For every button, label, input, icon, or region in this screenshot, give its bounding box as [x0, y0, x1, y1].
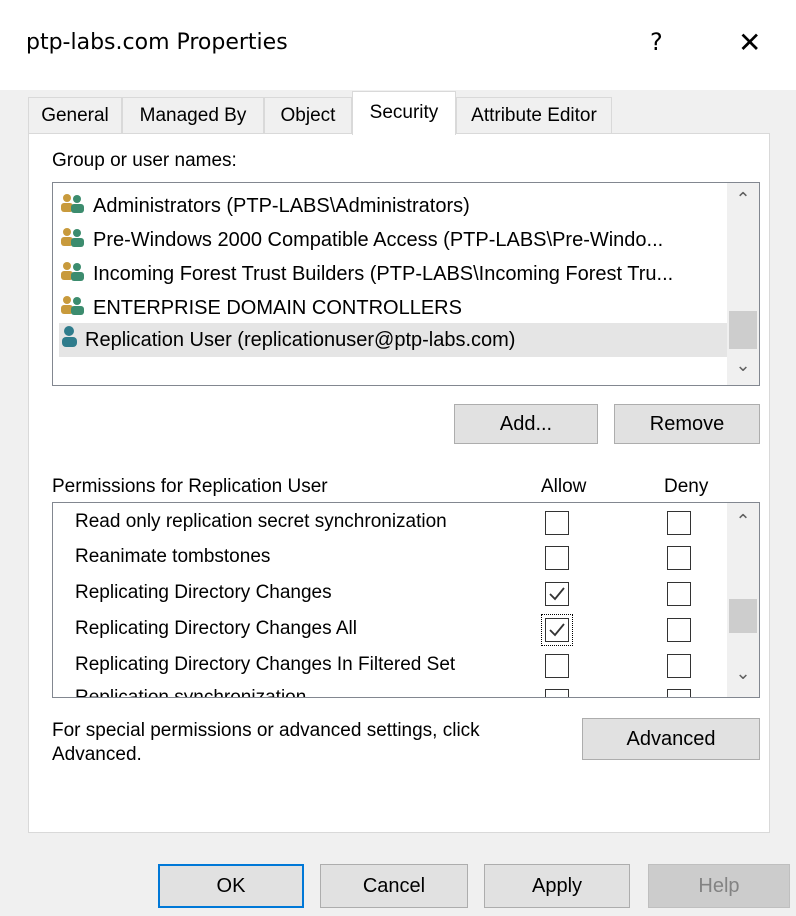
principal-label: Replication User (replicationuser@ptp-la… — [85, 329, 516, 351]
allow-checkbox-checked[interactable] — [545, 582, 569, 606]
permission-name: Replicating Directory Changes In Filtere… — [75, 654, 456, 675]
deny-column-header: Deny — [664, 476, 709, 497]
ok-button[interactable]: OK — [158, 864, 304, 908]
user-icon — [59, 324, 81, 358]
tab-security[interactable]: Security — [352, 91, 456, 135]
permission-name: Replicating Directory Changes All — [75, 618, 357, 639]
deny-checkbox[interactable] — [667, 582, 691, 606]
permissions-list[interactable]: Read only replication secret synchroniza… — [52, 502, 760, 698]
permission-name: Read only replication secret synchroniza… — [75, 511, 447, 532]
remove-button[interactable]: Remove — [614, 404, 760, 444]
allow-checkbox[interactable] — [545, 689, 569, 697]
tab-attribute-editor[interactable]: Attribute Editor — [456, 97, 612, 133]
allow-checkbox-checked[interactable] — [545, 618, 569, 642]
scroll-thumb[interactable] — [729, 311, 757, 349]
deny-checkbox[interactable] — [667, 654, 691, 678]
help-button[interactable]: ? — [650, 28, 663, 56]
group-icon — [59, 190, 89, 224]
deny-checkbox[interactable] — [667, 689, 691, 697]
principal-label: Incoming Forest Trust Builders (PTP-LABS… — [93, 263, 674, 285]
help-button-footer[interactable]: Help — [648, 864, 790, 908]
add-button[interactable]: Add... — [454, 404, 598, 444]
window-title: ptp-labs.com Properties — [26, 30, 288, 55]
tab-label: Attribute Editor — [471, 105, 597, 126]
advanced-button[interactable]: Advanced — [582, 718, 760, 760]
tab-label: Object — [280, 105, 336, 126]
allow-column-header: Allow — [541, 476, 587, 497]
group-icon — [59, 224, 89, 258]
check-icon — [549, 587, 565, 601]
permissions-label: Permissions for Replication User — [52, 476, 328, 497]
title-bar: ptp-labs.com Properties ? ✕ — [0, 0, 796, 90]
advanced-hint-line2: Advanced. — [52, 744, 142, 765]
group-or-user-names-label: Group or user names: — [52, 150, 237, 171]
principal-row[interactable]: ENTERPRISE DOMAIN CONTROLLERS — [59, 291, 727, 325]
scroll-down-icon[interactable]: ⌄ — [727, 663, 759, 684]
scroll-down-icon[interactable]: ⌄ — [727, 355, 759, 376]
permission-name: Replicating Directory Changes — [75, 582, 332, 603]
permission-name: Replication synchronization — [75, 687, 307, 698]
allow-checkbox[interactable] — [545, 654, 569, 678]
apply-button[interactable]: Apply — [484, 864, 630, 908]
deny-checkbox[interactable] — [667, 511, 691, 535]
tab-label: Security — [369, 102, 439, 123]
scroll-up-icon[interactable]: ⌃ — [727, 189, 759, 210]
tab-label: Managed By — [139, 105, 247, 126]
allow-checkbox[interactable] — [545, 546, 569, 570]
tab-object[interactable]: Object — [264, 97, 352, 133]
scroll-up-icon[interactable]: ⌃ — [727, 511, 759, 532]
principal-list-scrollbar[interactable]: ⌃ ⌄ — [727, 183, 759, 385]
close-button[interactable]: ✕ — [738, 26, 761, 59]
tab-label: General — [41, 105, 109, 126]
principal-row[interactable]: Pre-Windows 2000 Compatible Access (PTP-… — [59, 223, 727, 257]
principal-row[interactable]: Administrators (PTP-LABS\Administrators) — [59, 189, 727, 223]
deny-checkbox[interactable] — [667, 546, 691, 570]
principal-list[interactable]: Administrators (PTP-LABS\Administrators)… — [52, 182, 760, 386]
principal-label: Pre-Windows 2000 Compatible Access (PTP-… — [93, 229, 664, 251]
principal-row-selected[interactable]: Replication User (replicationuser@ptp-la… — [59, 323, 727, 357]
permission-name: Reanimate tombstones — [75, 546, 271, 567]
tab-general[interactable]: General — [28, 97, 122, 133]
tab-managed-by[interactable]: Managed By — [122, 97, 264, 133]
principal-row[interactable]: Incoming Forest Trust Builders (PTP-LABS… — [59, 257, 727, 291]
group-icon — [59, 292, 89, 326]
deny-checkbox[interactable] — [667, 618, 691, 642]
advanced-hint-line1: For special permissions or advanced sett… — [52, 720, 480, 741]
principal-label: Administrators (PTP-LABS\Administrators) — [93, 195, 470, 217]
principal-label: ENTERPRISE DOMAIN CONTROLLERS — [93, 297, 462, 319]
permissions-list-scrollbar[interactable]: ⌃ ⌄ — [727, 503, 759, 697]
group-icon — [59, 258, 89, 292]
scroll-thumb[interactable] — [729, 599, 757, 633]
cancel-button[interactable]: Cancel — [320, 864, 468, 908]
check-icon — [549, 623, 565, 637]
allow-checkbox[interactable] — [545, 511, 569, 535]
